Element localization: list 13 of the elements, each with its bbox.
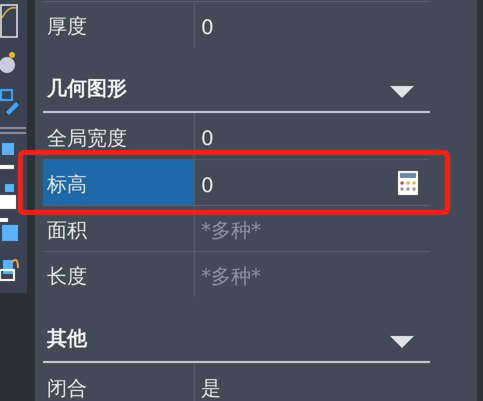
property-value[interactable]: 是 bbox=[195, 370, 221, 401]
property-value[interactable]: 0 bbox=[195, 122, 214, 150]
property-label[interactable]: 闭合 bbox=[43, 363, 195, 401]
section-title: 几何图形 bbox=[47, 75, 127, 102]
collapse-icon[interactable] bbox=[390, 86, 414, 98]
section-title: 其他 bbox=[47, 325, 87, 352]
property-value[interactable]: 0 bbox=[195, 168, 214, 196]
property-label[interactable]: 标高 bbox=[43, 160, 195, 205]
collapse-icon[interactable] bbox=[390, 336, 414, 348]
property-value[interactable]: 0 bbox=[195, 10, 214, 38]
property-label[interactable]: 全局宽度 bbox=[43, 113, 195, 159]
property-label[interactable]: 厚度 bbox=[43, 2, 195, 47]
calculator-icon[interactable] bbox=[398, 171, 418, 195]
